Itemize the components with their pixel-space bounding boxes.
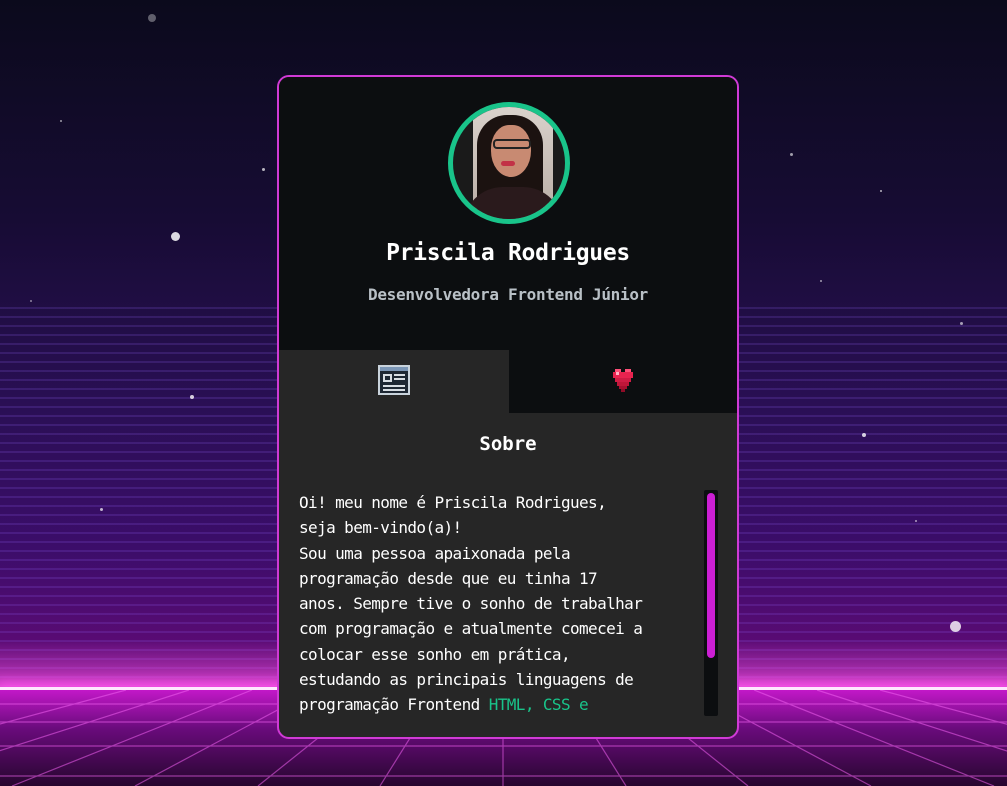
avatar xyxy=(448,102,570,224)
background-star xyxy=(820,280,822,282)
background-star xyxy=(100,508,103,511)
background-star xyxy=(862,433,866,437)
tab-about[interactable] xyxy=(279,350,509,413)
about-text: Oi! meu nome é Priscila Rodrigues, seja … xyxy=(299,493,643,715)
heart-icon xyxy=(612,367,634,397)
profile-card: Priscila Rodrigues Desenvolvedora Fronte… xyxy=(277,75,739,739)
background-star xyxy=(790,153,793,156)
profile-header: Priscila Rodrigues Desenvolvedora Fronte… xyxy=(279,77,737,350)
background-star xyxy=(880,190,882,192)
profile-card-icon xyxy=(378,364,410,399)
background-star xyxy=(262,168,265,171)
background-star xyxy=(171,232,180,241)
background-star xyxy=(950,621,961,632)
background-star xyxy=(915,520,917,522)
about-text-highlight: HTML, CSS e xyxy=(488,695,589,715)
background-star xyxy=(148,14,156,22)
profile-role: Desenvolvedora Frontend Júnior xyxy=(368,285,648,304)
about-title: Sobre xyxy=(479,433,537,455)
about-scrollbar-thumb[interactable] xyxy=(707,493,715,658)
background-star xyxy=(190,395,194,399)
profile-name: Priscila Rodrigues xyxy=(386,240,630,266)
background-star xyxy=(60,120,62,122)
profile-tabs xyxy=(279,350,737,413)
background-star xyxy=(30,300,32,302)
background-star xyxy=(960,322,963,325)
about-text-scrollable[interactable]: Oi! meu nome é Priscila Rodrigues, seja … xyxy=(299,490,694,716)
tab-favorites[interactable] xyxy=(509,350,737,413)
